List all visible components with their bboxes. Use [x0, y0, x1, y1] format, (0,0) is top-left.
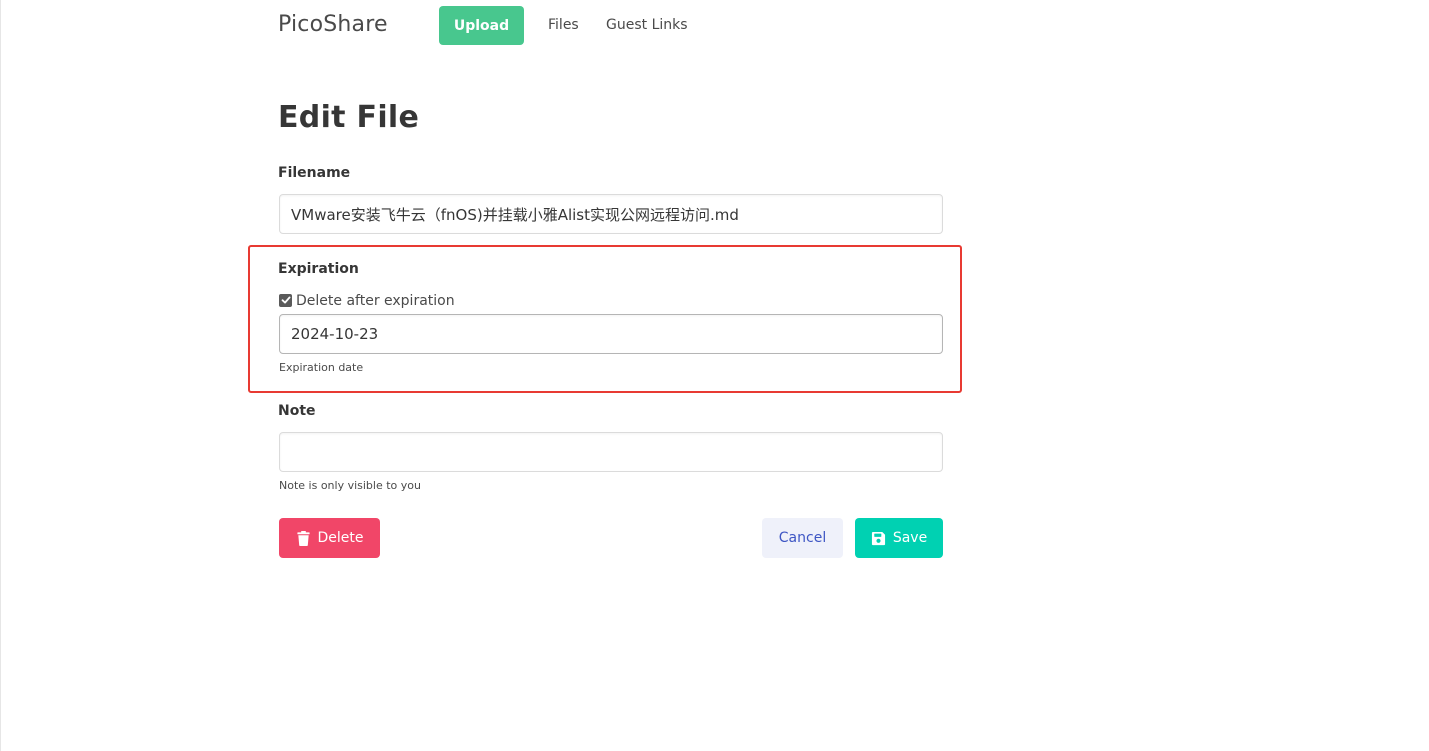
filename-input[interactable]: VMware安装飞牛云（fnOS)并挂载小雅Alist实现公网远程访问.md — [279, 194, 943, 234]
note-help: Note is only visible to you — [279, 479, 421, 492]
cancel-button[interactable]: Cancel — [762, 518, 843, 558]
delete-after-expiration-label: Delete after expiration — [296, 293, 455, 309]
page-title: Edit File — [278, 100, 420, 135]
delete-button-label: Delete — [317, 530, 364, 546]
filename-label: Filename — [278, 165, 351, 181]
save-button[interactable]: Save — [855, 518, 943, 558]
save-button-label: Save — [892, 530, 928, 546]
expiration-date-help: Expiration date — [279, 361, 364, 374]
upload-button[interactable]: Upload — [439, 6, 524, 45]
nav-link-files[interactable]: Files — [548, 17, 579, 33]
checkmark-icon — [281, 296, 290, 304]
note-label: Note — [278, 403, 316, 419]
expiration-date-input[interactable]: 2024-10-23 — [279, 314, 943, 354]
delete-after-expiration-option[interactable]: Delete after expiration — [279, 293, 455, 309]
navbar: PicoShare Upload Files Guest Links — [1, 0, 1429, 52]
note-input[interactable] — [279, 432, 943, 472]
trash-icon — [296, 530, 310, 546]
brand-logo[interactable]: PicoShare — [278, 12, 388, 37]
floppy-disk-icon — [871, 531, 885, 545]
nav-link-guest-links[interactable]: Guest Links — [606, 17, 688, 33]
delete-button[interactable]: Delete — [279, 518, 380, 558]
delete-after-expiration-checkbox[interactable] — [279, 293, 292, 307]
expiration-label: Expiration — [278, 261, 359, 277]
